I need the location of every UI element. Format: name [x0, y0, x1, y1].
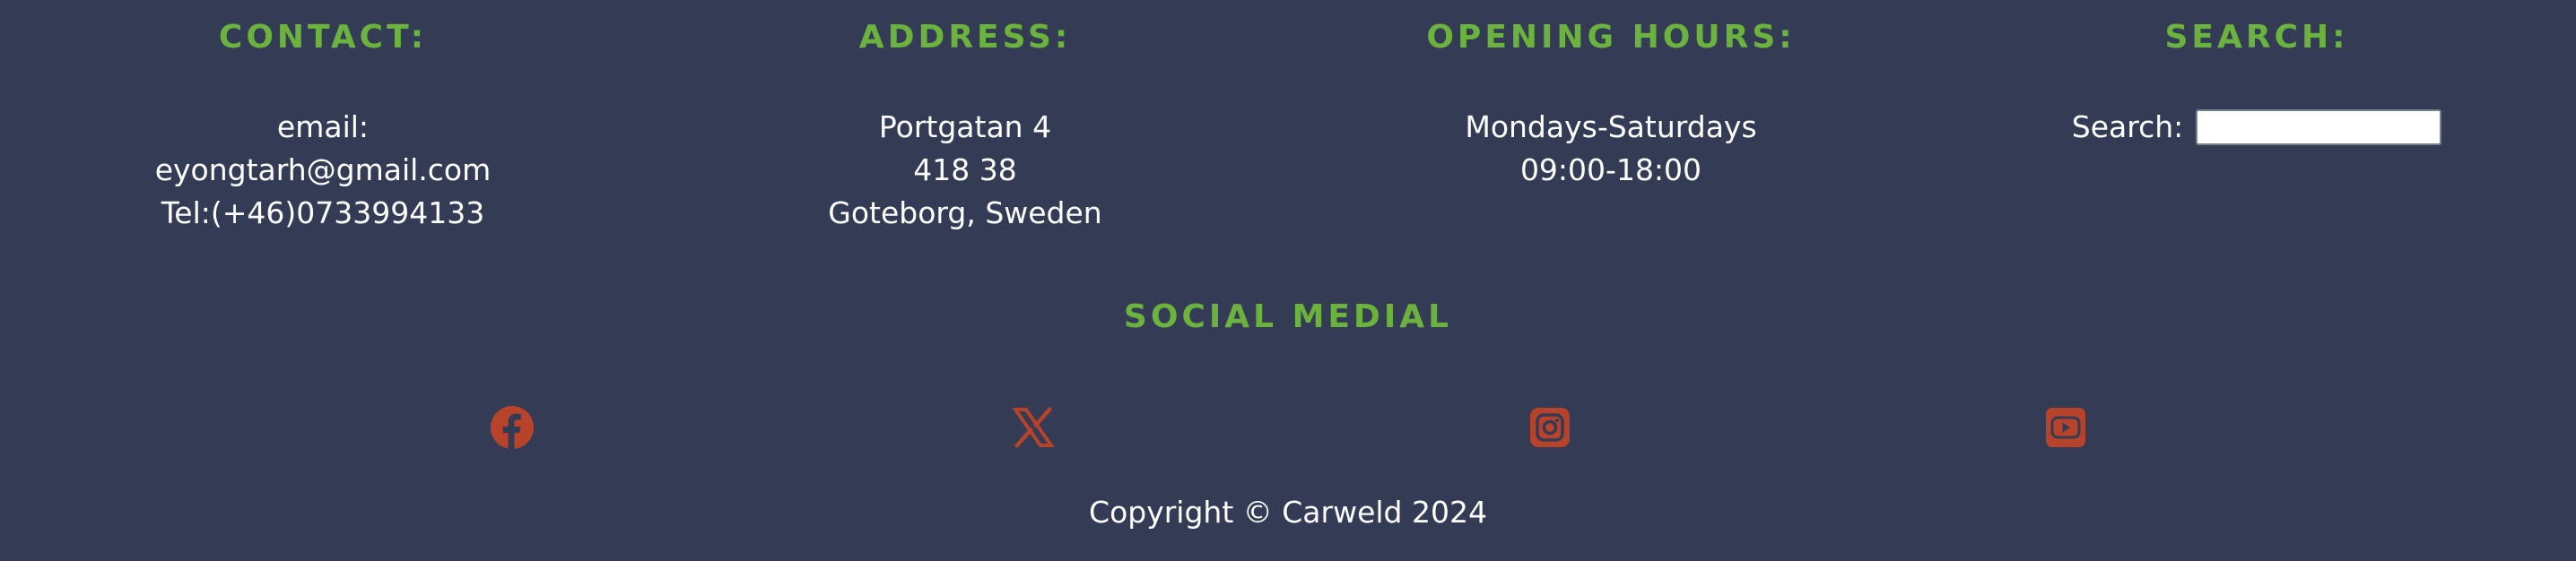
opening-days: Mondays-Saturdays — [1465, 109, 1757, 144]
address-postal-code: 418 38 — [913, 152, 1017, 187]
youtube-icon — [2046, 408, 2085, 447]
x-link[interactable] — [1011, 405, 1056, 450]
address-street: Portgatan 4 — [878, 109, 1052, 144]
search-input[interactable] — [2196, 109, 2442, 145]
search-label: Search: — [2071, 109, 2184, 144]
address-details: Portgatan 4 418 38 Goteborg, Sweden — [642, 106, 1288, 235]
youtube-link[interactable] — [2043, 405, 2088, 450]
facebook-icon — [491, 406, 534, 449]
site-footer: CONTACT: email: eyongtarh@gmail.com Tel:… — [0, 0, 2576, 561]
x-icon — [1012, 406, 1055, 449]
search-form: Search: — [1934, 106, 2576, 149]
address-city: Goteborg, Sweden — [828, 195, 1102, 230]
facebook-link[interactable] — [490, 405, 535, 450]
contact-details: email: eyongtarh@gmail.com Tel:(+46)0733… — [0, 106, 646, 235]
instagram-icon — [1530, 408, 1570, 447]
contact-email: eyongtarh@gmail.com — [154, 152, 492, 187]
copyright-text: Copyright © Carweld 2024 — [1089, 495, 1487, 530]
opening-hours-details: Mondays-Saturdays 09:00-18:00 — [1288, 106, 1934, 192]
address-heading: ADDRESS: — [858, 19, 1072, 56]
contact-heading: CONTACT: — [218, 19, 428, 56]
opening-times: 09:00-18:00 — [1519, 152, 1702, 187]
search-heading: SEARCH: — [2164, 19, 2349, 56]
instagram-link[interactable] — [1527, 405, 1572, 450]
contact-email-label: email: — [276, 109, 370, 144]
opening-hours-heading: OPENING HOURS: — [1426, 19, 1796, 56]
social-media-heading: SOCIAL MEDIAL — [1123, 298, 1453, 335]
footer-columns: CONTACT: email: eyongtarh@gmail.com Tel:… — [0, 0, 2576, 242]
contact-phone: Tel:(+46)0733994133 — [161, 195, 485, 230]
